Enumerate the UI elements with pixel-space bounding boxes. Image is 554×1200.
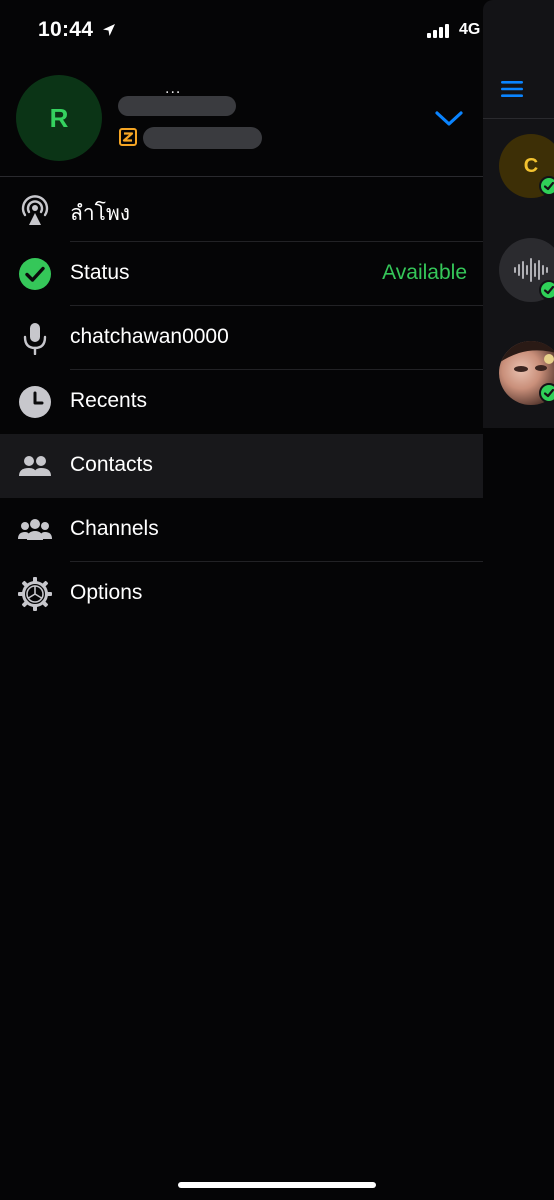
zoiper-z-icon — [119, 128, 137, 146]
redacted-username — [118, 96, 236, 116]
menu-item-label: ลำโพง — [70, 202, 131, 225]
check-icon — [543, 388, 554, 398]
group-icon — [18, 519, 52, 540]
check-icon — [543, 285, 554, 295]
redacted-account — [143, 127, 262, 149]
status-value: Available — [382, 261, 467, 284]
hamburger-icon[interactable] — [501, 80, 523, 98]
chevron-down-icon[interactable] — [434, 108, 464, 128]
check-icon — [543, 181, 554, 191]
menu-item-account[interactable]: chatchawan0000 — [0, 306, 483, 370]
menu-item-label: Contacts — [70, 453, 153, 476]
speaker-broadcast-icon — [21, 195, 49, 225]
location-arrow-icon — [103, 24, 115, 36]
menu-item-recents[interactable]: Recents — [0, 370, 483, 434]
status-bar: 10:44 4G — [0, 0, 554, 62]
contacts-icon — [19, 456, 51, 476]
gear-icon — [18, 577, 52, 611]
online-check-icon — [539, 280, 554, 300]
microphone-icon — [23, 323, 47, 355]
menu-item-label: Options — [70, 581, 143, 604]
menu-item-speaker[interactable]: ลำโพง — [0, 178, 483, 242]
online-check-icon — [539, 383, 554, 403]
check-circle-icon — [19, 258, 51, 290]
network-type: 4G — [459, 21, 481, 38]
menu-item-channels[interactable]: Channels — [0, 498, 483, 562]
menu-item-label: chatchawan0000 — [70, 325, 229, 348]
menu-item-status[interactable]: Status Available — [0, 242, 483, 306]
divider — [0, 176, 483, 177]
clock-icon — [19, 386, 51, 418]
user-avatar[interactable]: R — [16, 75, 102, 161]
menu-item-contacts[interactable]: Contacts — [0, 434, 483, 498]
menu-item-label: Status — [70, 261, 130, 284]
status-time: 10:44 — [38, 18, 94, 41]
menu-item-label: Recents — [70, 389, 148, 412]
home-indicator[interactable] — [178, 1182, 376, 1188]
menu-item-options[interactable]: Options — [0, 562, 483, 626]
divider — [483, 118, 554, 119]
online-check-icon — [539, 176, 554, 196]
cellular-signal-icon — [427, 24, 449, 38]
menu-item-label: Channels — [70, 517, 159, 540]
